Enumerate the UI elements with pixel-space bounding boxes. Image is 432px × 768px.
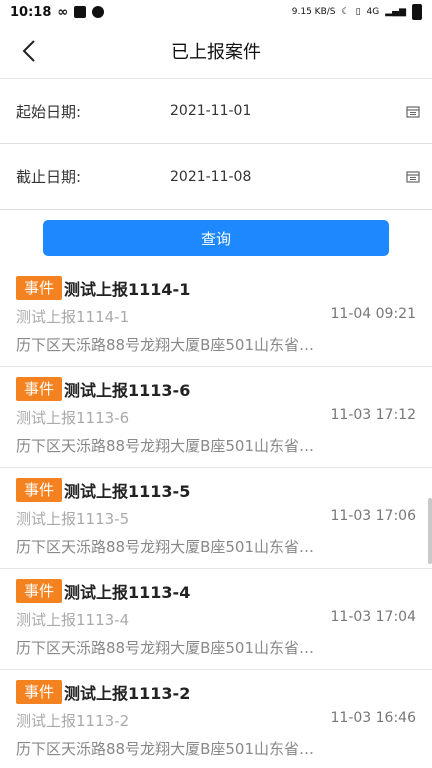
list-item[interactable]: 事件 测试上报1114-1 测试上报1114-1 11-04 09:21 历下区… <box>0 266 432 367</box>
item-address: 历下区天泺路88号龙翔大厦B座501山东省济南市 <box>16 538 326 556</box>
calendar-icon[interactable] <box>406 170 420 183</box>
end-date-row[interactable]: 截止日期: 2021-11-08 <box>0 144 432 210</box>
scrollbar[interactable] <box>428 498 432 564</box>
query-area: 查询 <box>0 210 432 266</box>
event-tag: 事件 <box>16 680 63 704</box>
item-address: 历下区天泺路88号龙翔大厦B座501山东省济南市 <box>16 336 326 354</box>
item-address: 历下区天泺路88号龙翔大厦B座501山东省济南市 <box>16 437 326 455</box>
item-subtitle: 测试上报1113-4 <box>16 611 130 629</box>
chat-notification-icon <box>92 6 105 18</box>
page-title: 已上报案件 <box>171 42 261 63</box>
start-date-value[interactable]: 2021-11-01 <box>170 103 251 119</box>
item-subtitle: 测试上报1113-6 <box>16 409 130 427</box>
item-subtitle: 测试上报1113-2 <box>16 712 130 730</box>
query-button[interactable]: 查询 <box>43 220 389 256</box>
nav-bar: 已上报案件 <box>0 24 432 78</box>
item-time: 11-04 09:21 <box>330 306 416 322</box>
infinity-icon: ∞ <box>57 4 69 20</box>
network-speed: 9.15 KB/S <box>291 7 336 17</box>
back-button[interactable] <box>16 38 42 64</box>
case-list: 事件 测试上报1114-1 测试上报1114-1 11-04 09:21 历下区… <box>0 266 432 768</box>
item-address: 历下区天泺路88号龙翔大厦B座501山东省济南市 <box>16 740 326 758</box>
date-filter-form: 起始日期: 2021-11-01 截止日期: 2021-11-08 <box>0 78 432 210</box>
vibrate-icon: ▯ <box>355 7 361 17</box>
end-date-label: 截止日期: <box>16 168 82 186</box>
event-tag: 事件 <box>16 478 63 502</box>
start-date-row[interactable]: 起始日期: 2021-11-01 <box>0 78 432 144</box>
chevron-left-icon <box>22 40 35 62</box>
item-time: 11-03 17:06 <box>330 508 416 524</box>
signal-icon: ▂▄▆ <box>385 7 406 17</box>
item-title: 测试上报1114-1 <box>64 280 191 299</box>
network-type: 4G <box>366 7 380 17</box>
battery-icon <box>412 4 422 20</box>
list-item[interactable]: 事件 测试上报1113-4 测试上报1113-4 11-03 17:04 历下区… <box>0 569 432 670</box>
status-bar: 10:18 ∞ 9.15 KB/S ☾ ▯ 4G ▂▄▆ <box>0 0 432 24</box>
item-address: 历下区天泺路88号龙翔大厦B座501山东省济南市 <box>16 639 326 657</box>
event-tag: 事件 <box>16 276 63 300</box>
item-title: 测试上报1113-6 <box>64 381 191 400</box>
start-date-label: 起始日期: <box>16 102 82 121</box>
item-title: 测试上报1113-4 <box>64 583 191 602</box>
event-tag: 事件 <box>16 579 63 603</box>
item-time: 11-03 17:12 <box>330 407 416 423</box>
item-subtitle: 测试上报1113-5 <box>16 510 130 528</box>
item-title: 测试上报1113-5 <box>64 482 191 501</box>
upload-notification-icon <box>74 6 87 18</box>
moon-icon: ☾ <box>341 7 350 17</box>
item-subtitle: 测试上报1114-1 <box>16 308 130 326</box>
event-tag: 事件 <box>16 377 63 401</box>
calendar-icon[interactable] <box>406 105 420 118</box>
list-item[interactable]: 事件 测试上报1113-5 测试上报1113-5 11-03 17:06 历下区… <box>0 468 432 569</box>
item-time: 11-03 17:04 <box>330 609 416 625</box>
item-time: 11-03 16:46 <box>330 710 416 726</box>
status-time: 10:18 <box>10 4 52 20</box>
item-title: 测试上报1113-2 <box>64 684 191 703</box>
end-date-value[interactable]: 2021-11-08 <box>170 169 251 185</box>
list-item[interactable]: 事件 测试上报1113-2 测试上报1113-2 11-03 16:46 历下区… <box>0 670 432 768</box>
list-item[interactable]: 事件 测试上报1113-6 测试上报1113-6 11-03 17:12 历下区… <box>0 367 432 468</box>
